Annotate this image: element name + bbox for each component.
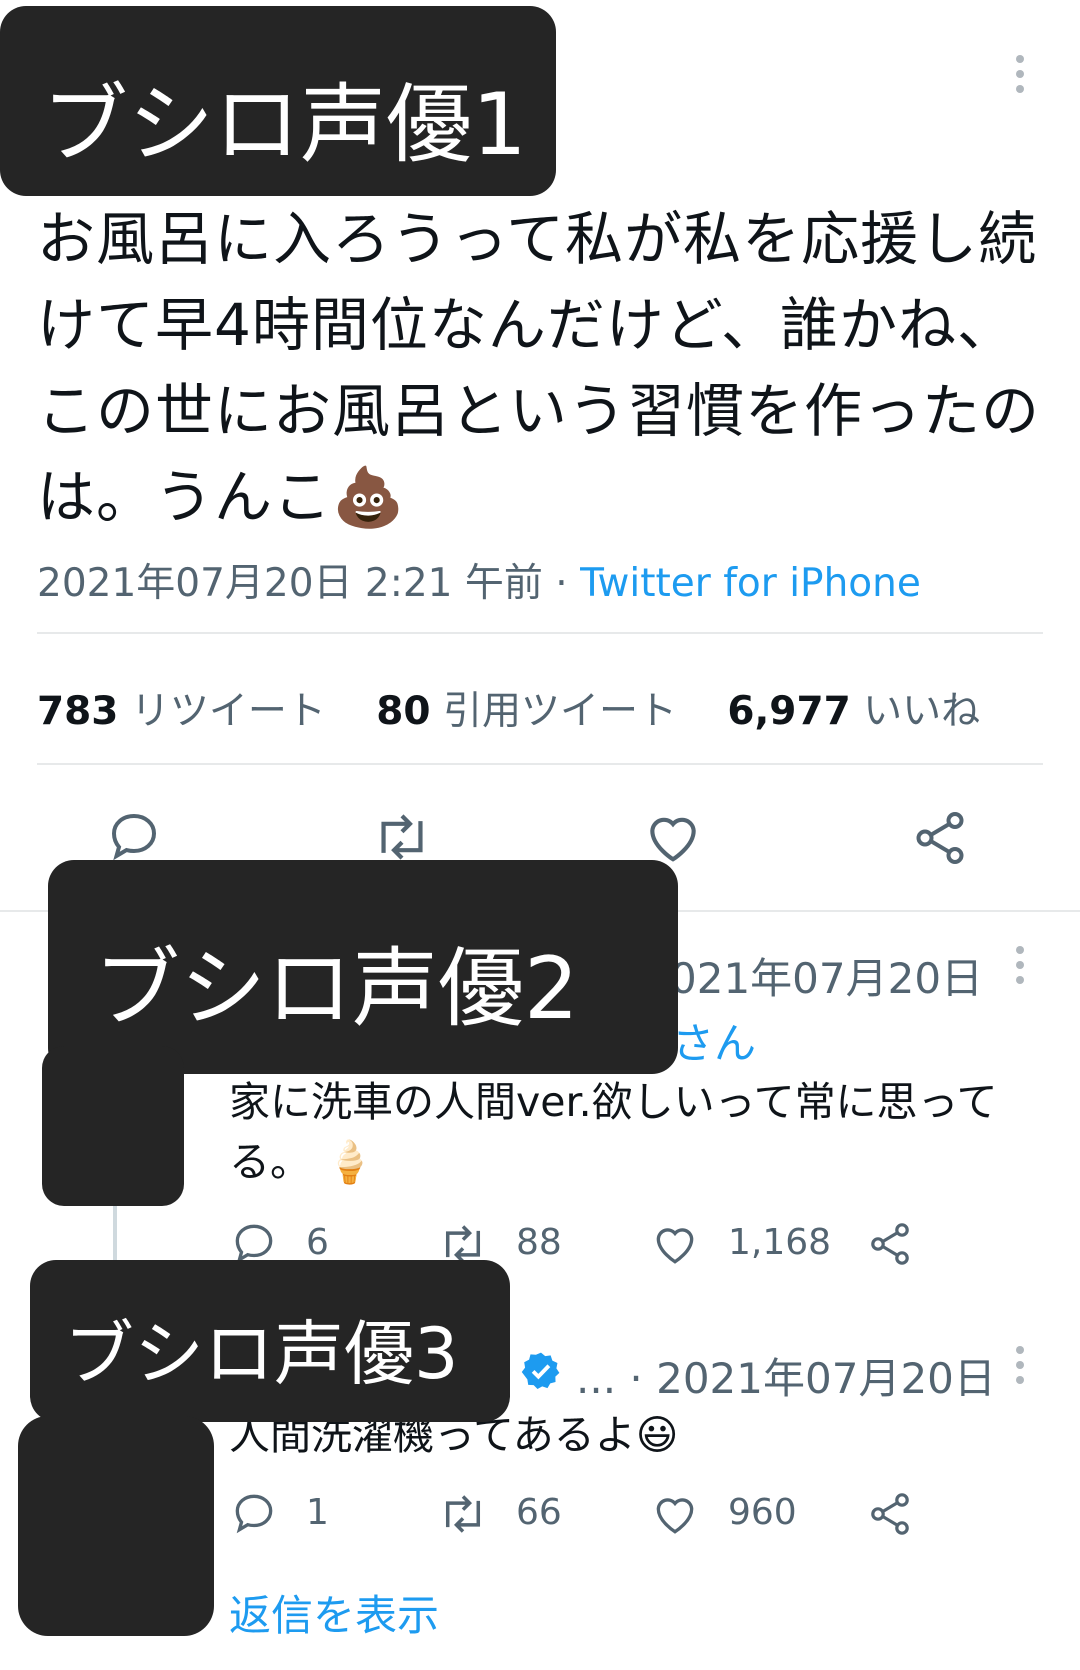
retweet-icon[interactable]: [370, 808, 434, 866]
like-count: 1,168: [728, 1222, 832, 1263]
retweets-stat[interactable]: 783 リツイート: [37, 689, 326, 734]
likes-stat[interactable]: 6,977 いいね: [727, 689, 980, 734]
reply-body: 家に洗車の人間ver.欲しいって常に思ってる。 🍦: [229, 1072, 1049, 1192]
share-icon[interactable]: [866, 1220, 914, 1268]
poop-emoji: 💩: [332, 463, 406, 531]
like-icon[interactable]: [650, 1488, 700, 1538]
quotes-label: 引用ツイート: [442, 689, 677, 734]
redacted-avatar: [42, 1046, 184, 1206]
ice-cream-emoji: 🍦: [324, 1138, 376, 1186]
reply-date: 021年07月20日: [670, 954, 984, 1003]
like-icon[interactable]: [642, 806, 704, 866]
share-icon[interactable]: [910, 808, 970, 868]
retweets-label: リツイート: [130, 689, 326, 734]
redaction-label-voice3: ブシロ声優3: [30, 1260, 510, 1422]
reply-icon[interactable]: [104, 806, 164, 866]
share-icon[interactable]: [866, 1490, 914, 1538]
retweets-count: 783: [37, 689, 119, 734]
quotes-stat[interactable]: 80 引用ツイート: [376, 689, 677, 734]
retweet-count: 88: [516, 1222, 562, 1263]
quotes-count: 80: [376, 689, 431, 734]
more-options-icon[interactable]: [1016, 946, 1024, 991]
more-options-icon[interactable]: [1016, 55, 1024, 100]
likes-count: 6,977: [727, 689, 851, 734]
reply-handle[interactable]: さん: [672, 1010, 756, 1071]
like-count: 960: [728, 1492, 797, 1533]
divider: [37, 763, 1043, 765]
reply-date-row: ... · 2021年07月20日: [576, 1345, 996, 1406]
redaction-label-voice2: ブシロ声優2: [48, 860, 678, 1074]
retweet-icon[interactable]: [436, 1490, 490, 1538]
show-replies-link[interactable]: 返信を表示: [229, 1582, 439, 1643]
likes-label: いいね: [863, 689, 981, 734]
tweet-meta: 2021年07月20日 2:21 午前 · Twitter for iPhone: [37, 552, 921, 608]
reply-icon[interactable]: [229, 1488, 279, 1538]
tweet-text: お風呂に入ろうって私が私を応援し続けて早4時間位なんだけど、誰かね、この世にお風…: [37, 205, 1041, 531]
tweet-source-link[interactable]: Twitter for iPhone: [580, 561, 921, 606]
verified-icon: [521, 1352, 560, 1390]
reply-count: 1: [306, 1492, 329, 1533]
more-options-icon[interactable]: [1016, 1346, 1024, 1391]
reply-date-prefix: ... ·: [576, 1354, 657, 1403]
redaction-label-voice1: ブシロ声優1: [0, 6, 556, 196]
smile-emoji: 😃: [635, 1411, 679, 1459]
tweet-stats: 783 リツイート 80 引用ツイート 6,977 いいね: [37, 680, 1018, 736]
redacted-avatar: [18, 1416, 214, 1636]
retweet-count: 66: [516, 1492, 562, 1533]
meta-separator: ·: [542, 561, 581, 606]
reply-date: 2021年07月20日: [656, 1354, 996, 1403]
tweet-date: 2021年07月20日 2:21 午前: [37, 561, 543, 606]
reply-count: 6: [306, 1222, 329, 1263]
divider: [37, 632, 1043, 634]
tweet-body: お風呂に入ろうって私が私を応援し続けて早4時間位なんだけど、誰かね、この世にお風…: [37, 196, 1057, 540]
redaction-label-text: ブシロ声優3: [64, 1313, 459, 1395]
like-icon[interactable]: [650, 1218, 700, 1268]
redaction-label-text: ブシロ声優1: [42, 75, 527, 175]
redaction-label-text: ブシロ声優2: [94, 939, 579, 1039]
